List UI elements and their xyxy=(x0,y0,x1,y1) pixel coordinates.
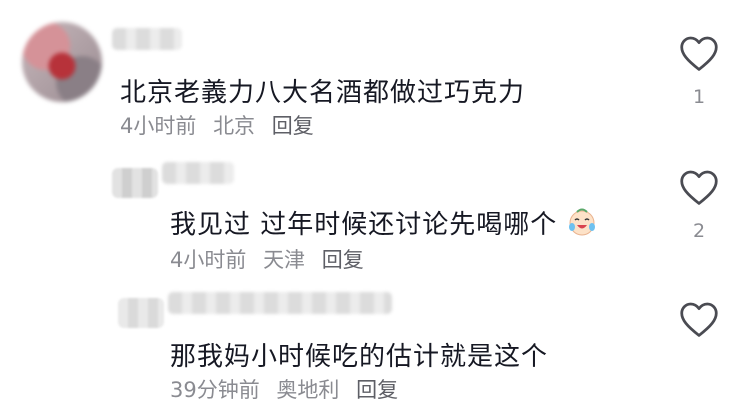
comment-location: 天津 xyxy=(263,248,306,272)
reply-button[interactable]: 回复 xyxy=(322,248,364,272)
username-blurred[interactable] xyxy=(112,28,182,50)
comment-text: 我见过 过年时候还讨论先喝哪个 xyxy=(170,210,558,240)
heart-outline-icon xyxy=(680,170,718,205)
like-count: 1 xyxy=(692,86,706,108)
comment-location: 北京 xyxy=(213,114,256,138)
like-button[interactable] xyxy=(674,300,724,352)
laughing-crying-face-icon xyxy=(568,208,595,236)
username-blurred[interactable] xyxy=(162,162,234,184)
comment-text-row: 我见过 过年时候还讨论先喝哪个 xyxy=(170,204,597,241)
comment-location: 奥地利 xyxy=(276,378,340,402)
comment-time: 39分钟前 xyxy=(170,378,260,402)
comment-meta: 4小时前 天津 回复 xyxy=(170,244,374,274)
comment-list: 北京老義力八大名酒都做过巧克力 4小时前 北京 回复 1 我见过 过年时候还讨论… xyxy=(0,0,750,418)
avatar[interactable] xyxy=(22,22,102,102)
heart-outline-icon xyxy=(680,302,718,337)
like-count: 2 xyxy=(692,220,706,242)
avatar[interactable] xyxy=(112,168,158,198)
comment-time: 4小时前 xyxy=(120,114,197,138)
comment-meta: 39分钟前 奥地利 回复 xyxy=(170,374,408,404)
like-button[interactable]: 2 xyxy=(674,168,724,242)
comment-text: 那我妈小时候吃的估计就是这个 xyxy=(170,342,549,372)
avatar[interactable] xyxy=(118,298,164,328)
comment-text: 北京老義力八大名酒都做过巧克力 xyxy=(120,78,526,108)
reply-button[interactable]: 回复 xyxy=(356,378,398,402)
heart-outline-icon xyxy=(680,36,718,71)
username-blurred[interactable] xyxy=(168,292,392,314)
comment-time: 4小时前 xyxy=(170,248,247,272)
comment-meta: 4小时前 北京 回复 xyxy=(120,110,324,140)
reply-button[interactable]: 回复 xyxy=(272,114,314,138)
like-button[interactable]: 1 xyxy=(674,34,724,108)
